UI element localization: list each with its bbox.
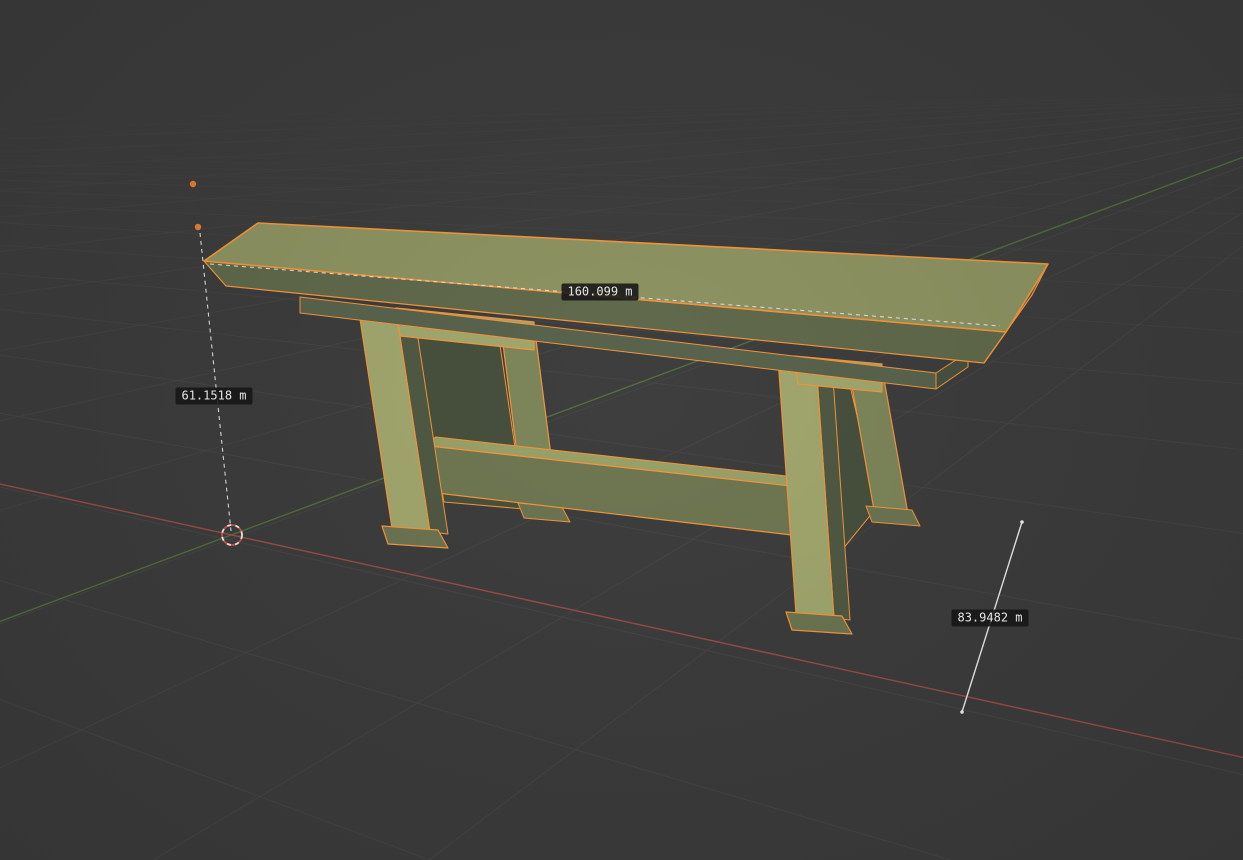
gizmo-dot-lower[interactable]	[195, 224, 201, 230]
depth-measurement-label[interactable]: 83.9482 m	[951, 610, 1028, 627]
blender-3d-viewport[interactable]: 160.099 m 61.1518 m 83.9482 m	[0, 0, 1243, 860]
depth-endpoint-top[interactable]	[1020, 520, 1024, 524]
right-trestle-back-foot	[866, 506, 920, 526]
depth-endpoint-bottom[interactable]	[960, 710, 964, 714]
x-axis-line	[0, 473, 1243, 770]
length-measurement-label[interactable]: 160.099 m	[561, 284, 638, 301]
viewport-canvas[interactable]	[0, 0, 1243, 860]
gizmo-dot-upper[interactable]	[190, 181, 196, 187]
height-measurement-label[interactable]: 61.1518 m	[175, 388, 252, 405]
